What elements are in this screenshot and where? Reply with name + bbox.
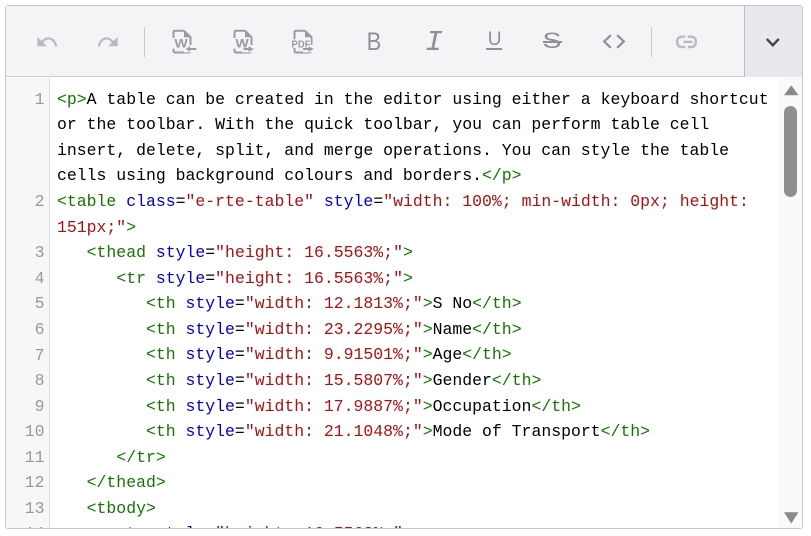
svg-text:W: W xyxy=(174,37,188,51)
